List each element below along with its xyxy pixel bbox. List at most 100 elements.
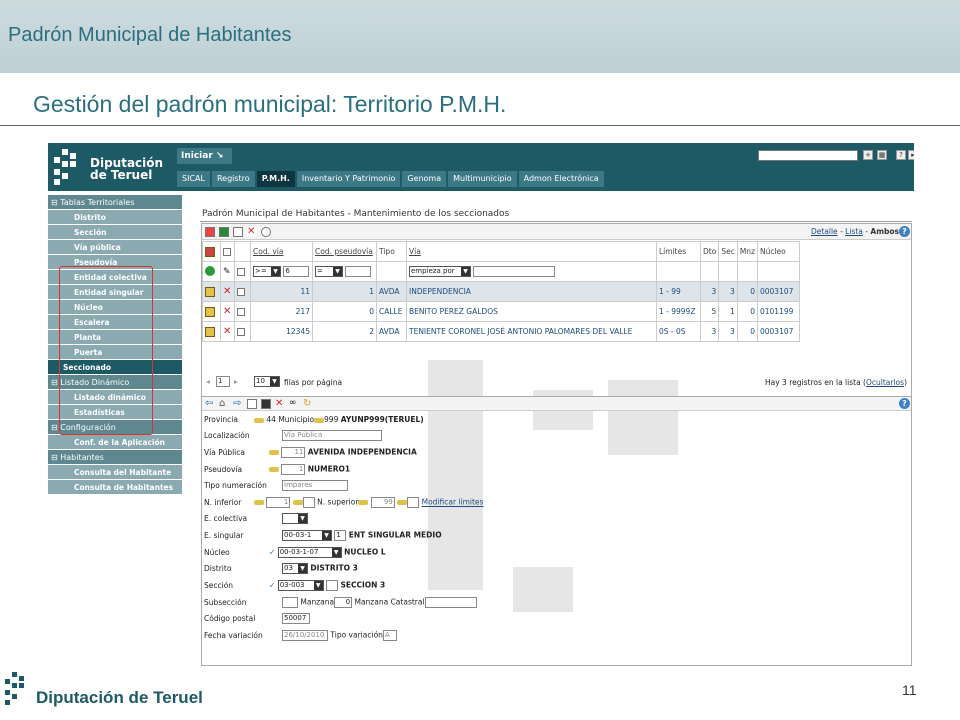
tab-admon[interactable]: Admon Electrónica xyxy=(518,171,604,187)
table-row[interactable]: ✕ 12345 2 AVDA TENIENTE CORONEL JOSÉ ANT… xyxy=(202,321,800,342)
nsup-field[interactable]: 99 xyxy=(370,497,395,508)
select-all-checkbox[interactable] xyxy=(223,248,231,256)
nsup-suffix-field[interactable] xyxy=(407,497,420,508)
help-icon[interactable]: ? xyxy=(899,398,910,409)
pseudovia-operator-select[interactable]: = xyxy=(315,266,343,277)
view-lista-link[interactable]: Lista xyxy=(845,227,863,236)
via-name: AVENIDA INDEPENDENCIA xyxy=(307,447,417,457)
fecha-field[interactable]: 26/10/2010 xyxy=(282,630,328,641)
table-row[interactable]: ✕ 217 0 CALLE BENITO PEREZ GALDOS 1 - 99… xyxy=(202,301,800,322)
tipovar-field[interactable]: A xyxy=(382,630,397,641)
cp-field[interactable]: 50007 xyxy=(282,613,310,624)
eraser-icon[interactable]: ✎ xyxy=(223,267,231,277)
esing-select[interactable]: 00-03-1 xyxy=(282,530,332,541)
add-icon[interactable]: + xyxy=(863,150,873,160)
col-tipo: Tipo xyxy=(376,241,407,262)
sidebar-item-consulta-habitante[interactable]: Consulta del Habitante xyxy=(48,465,182,480)
delete-row-icon[interactable]: ✕ xyxy=(223,306,231,317)
esing-code-field[interactable]: 1 xyxy=(334,530,347,541)
cod-via-operator-select[interactable]: >= xyxy=(253,266,281,277)
localizacion-field[interactable]: Vía Pública xyxy=(282,430,382,441)
delete-row-icon[interactable]: ✕ xyxy=(223,286,231,297)
row-checkbox[interactable] xyxy=(237,328,245,336)
per-page-label: filas por página xyxy=(284,378,343,387)
filter-icon[interactable] xyxy=(205,246,215,257)
via-filter-input[interactable] xyxy=(473,266,556,277)
via-code-field[interactable]: 11 xyxy=(281,447,306,458)
col-cod-pseudovia[interactable]: Cod. pseudovía xyxy=(312,241,377,262)
save-icon[interactable] xyxy=(261,399,271,409)
home-icon[interactable]: ⌂ xyxy=(219,399,229,409)
ecol-select[interactable] xyxy=(282,513,308,524)
distrito-select[interactable]: 03 xyxy=(282,563,308,574)
delete-row-icon[interactable]: ✕ xyxy=(223,326,231,337)
page-size-select[interactable]: 10 xyxy=(254,376,280,387)
view-detalle-link[interactable]: Detalle xyxy=(811,227,838,236)
pseudovia-filter-input[interactable] xyxy=(345,266,372,277)
help-icon[interactable]: ? xyxy=(899,226,910,237)
prev-page-icon[interactable]: ◂ xyxy=(206,377,210,386)
cell-via: INDEPENDENCIA xyxy=(406,281,657,302)
cod-via-filter-input[interactable]: 6 xyxy=(283,266,310,277)
next-page-icon[interactable]: ▸ xyxy=(234,377,238,386)
nucleo-select[interactable]: 00-03-1-07 xyxy=(277,547,342,558)
ninf-suffix-field[interactable] xyxy=(302,497,315,508)
ninf-field[interactable]: 1 xyxy=(266,497,291,508)
seccion-select[interactable]: 03-003 xyxy=(277,580,324,591)
help-icon[interactable]: ? xyxy=(896,150,906,160)
row-checkbox[interactable] xyxy=(237,288,245,296)
modify-limits-link[interactable]: Modificar límites xyxy=(422,498,484,507)
sidebar-group-tablas[interactable]: ⊟ Tablas Territoriales xyxy=(48,195,182,210)
tab-pmh[interactable]: P.M.H. xyxy=(256,171,295,187)
col-limites: Límites xyxy=(656,241,701,262)
new-document-icon[interactable] xyxy=(247,399,257,409)
col-cod-via[interactable]: Cod. vía xyxy=(250,241,313,262)
subseccion-field[interactable] xyxy=(282,597,298,608)
search-icon[interactable] xyxy=(261,227,271,237)
filter-checkbox[interactable] xyxy=(237,268,245,276)
binoculars-icon[interactable]: ∞ xyxy=(289,399,299,409)
play-icon[interactable] xyxy=(205,265,215,276)
col-via[interactable]: Vía xyxy=(406,241,657,262)
edit-icon[interactable] xyxy=(205,306,215,317)
filter-empty-cell xyxy=(756,261,800,282)
edit-icon[interactable] xyxy=(205,326,215,337)
key-icon xyxy=(269,450,279,455)
sidebar-item-seccion[interactable]: Sección xyxy=(48,225,182,240)
tab-genoma[interactable]: Genoma xyxy=(402,171,447,187)
new-record-icon[interactable] xyxy=(233,227,243,237)
back-arrow-icon[interactable]: ⇦ xyxy=(205,399,215,409)
exit-icon[interactable]: ▸ xyxy=(908,150,914,160)
tab-sical[interactable]: SICAL xyxy=(177,171,210,187)
tiponum-label: Tipo numeración xyxy=(204,480,267,490)
tab-multimunicipio[interactable]: Multimunicipio xyxy=(448,171,517,187)
sidebar-item-via-publica[interactable]: Vía pública xyxy=(48,240,182,255)
row-checkbox[interactable] xyxy=(237,308,245,316)
tiponum-field[interactable]: Impares xyxy=(282,480,348,491)
via-operator-select[interactable]: empieza por xyxy=(409,266,471,277)
entity-select[interactable] xyxy=(758,150,858,161)
pdf-icon[interactable] xyxy=(205,227,215,237)
seccion-code-field[interactable] xyxy=(326,580,339,591)
header-tools-cell xyxy=(202,241,221,262)
manzana-field[interactable]: 0 xyxy=(334,597,353,608)
page-input[interactable]: 1 xyxy=(216,376,230,387)
pseudovia-code-field[interactable]: 1 xyxy=(281,464,306,475)
delete-icon[interactable]: ✕ xyxy=(247,227,257,237)
sidebar-item-consulta-habitantes[interactable]: Consulta de Habitantes xyxy=(48,480,182,495)
start-button[interactable]: Iniciar ↘ xyxy=(177,148,232,164)
delete-icon[interactable]: ✕ xyxy=(275,399,285,409)
forward-arrow-icon[interactable]: ⇨ xyxy=(233,399,243,409)
table-row[interactable]: ✕ 11 1 AVDA INDEPENDENCIA 1 - 99 3 3 0 0… xyxy=(202,281,800,302)
grid-icon[interactable]: ▦ xyxy=(877,150,887,160)
excel-icon[interactable] xyxy=(219,227,229,237)
manzana-cat-field[interactable] xyxy=(424,597,477,608)
hide-link[interactable]: Ocultarlos xyxy=(866,378,904,387)
refresh-icon[interactable]: ↻ xyxy=(303,399,313,409)
sidebar-item-conf[interactable]: Conf. de la Aplicación xyxy=(48,435,182,450)
tab-inventario[interactable]: Inventario Y Patrimonio xyxy=(296,171,401,187)
edit-icon[interactable] xyxy=(205,286,215,297)
sidebar-item-distrito[interactable]: Distrito xyxy=(48,210,182,225)
tab-registro[interactable]: Registro xyxy=(211,171,255,187)
sidebar-group-habitantes[interactable]: ⊟ Habitantes xyxy=(48,450,182,465)
